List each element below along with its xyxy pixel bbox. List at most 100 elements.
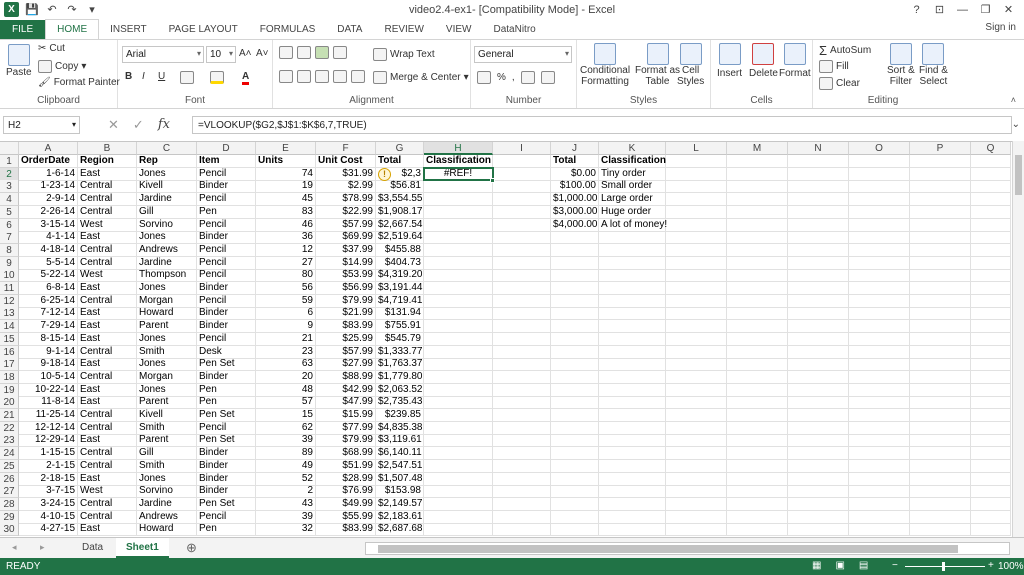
table-cell[interactable] [849,243,910,257]
table-cell[interactable]: 89 [256,447,316,461]
table-cell[interactable]: $2,667.54 [376,218,424,232]
table-cell[interactable]: Pencil [197,294,256,308]
row-header[interactable]: 2 [0,167,19,181]
table-cell[interactable]: Pen [197,383,256,397]
table-cell[interactable] [599,459,666,473]
table-cell[interactable] [493,180,551,194]
table-cell[interactable] [493,167,551,181]
table-cell[interactable] [424,370,493,384]
table-cell[interactable] [727,434,788,448]
table-cell[interactable]: 43 [256,497,316,511]
table-cell[interactable]: West [78,218,137,232]
table-cell[interactable]: Parent [137,320,197,334]
table-cell[interactable]: $1,908.17 [376,205,424,219]
table-cell[interactable]: #REF! [424,167,493,181]
table-cell[interactable]: 63 [256,358,316,372]
table-cell[interactable] [424,320,493,334]
row-header[interactable]: 28 [0,497,19,511]
table-cell[interactable] [599,396,666,410]
table-cell[interactable]: $3,000.00 [551,205,599,219]
table-cell[interactable] [599,383,666,397]
table-cell[interactable]: A lot of money! [599,218,667,232]
table-cell[interactable]: $51.99 [316,459,376,473]
table-cell[interactable] [788,409,849,422]
table-cell[interactable] [727,421,788,435]
table-cell[interactable]: Pen [197,396,256,410]
table-cell[interactable] [788,243,849,257]
table-cell[interactable] [424,472,493,486]
table-cell[interactable] [727,485,788,499]
table-cell[interactable]: $153.98 [376,485,424,499]
table-cell[interactable] [493,472,551,486]
table-cell[interactable] [727,256,788,270]
table-cell[interactable] [424,396,493,410]
table-cell[interactable]: Central [78,459,137,473]
table-cell[interactable] [788,421,849,435]
maximize-button[interactable]: ❐ [974,1,997,18]
table-cell[interactable] [788,231,849,245]
table-cell[interactable]: $2,735.43 [376,396,424,410]
table-cell[interactable] [971,345,1011,359]
header-cell[interactable] [788,155,849,168]
table-cell[interactable]: 7-29-14 [19,320,78,334]
table-cell[interactable]: East [78,282,137,295]
table-cell[interactable] [849,370,910,384]
row-header[interactable]: 20 [0,396,19,410]
table-cell[interactable] [493,396,551,410]
table-cell[interactable] [971,243,1011,257]
header-cell[interactable]: Unit Cost [316,155,376,168]
table-cell[interactable] [493,358,551,372]
align-center-icon[interactable] [297,70,311,83]
table-cell[interactable]: 11-25-14 [19,409,78,422]
table-cell[interactable] [788,383,849,397]
column-header-f[interactable]: F [316,142,376,155]
table-cell[interactable] [849,485,910,499]
cancel-icon[interactable]: ✕ [108,117,119,133]
row-header[interactable]: 13 [0,307,19,321]
table-cell[interactable]: 21 [256,332,316,346]
table-cell[interactable]: Pen [197,523,256,537]
table-cell[interactable] [727,459,788,473]
table-cell[interactable] [493,256,551,270]
table-cell[interactable] [493,320,551,334]
table-cell[interactable] [727,307,788,321]
table-cell[interactable] [551,497,599,511]
save-icon[interactable]: 💾 [25,3,39,16]
table-cell[interactable] [971,269,1011,283]
table-cell[interactable] [666,294,727,308]
table-cell[interactable] [788,434,849,448]
table-cell[interactable] [666,282,727,295]
prev-sheet-icon[interactable]: ◂ [12,542,17,553]
row-header[interactable]: 21 [0,409,19,422]
table-cell[interactable]: East [78,307,137,321]
table-cell[interactable] [666,205,727,219]
table-cell[interactable] [971,485,1011,499]
table-cell[interactable] [727,193,788,207]
row-header[interactable]: 7 [0,231,19,245]
table-cell[interactable]: 8-15-14 [19,332,78,346]
row-header[interactable]: 4 [0,193,19,207]
table-cell[interactable]: 46 [256,218,316,232]
table-cell[interactable] [788,256,849,270]
table-cell[interactable]: Central [78,370,137,384]
table-cell[interactable]: 32 [256,523,316,537]
table-cell[interactable] [666,497,727,511]
table-cell[interactable]: $1,763.37 [376,358,424,372]
table-cell[interactable] [424,282,493,295]
table-cell[interactable] [910,282,971,295]
table-cell[interactable] [788,269,849,283]
collapse-ribbon-icon[interactable]: ˄ [1011,95,1016,105]
column-header-i[interactable]: I [493,142,551,155]
table-cell[interactable]: $14.99 [316,256,376,270]
table-cell[interactable]: $76.99 [316,485,376,499]
table-cell[interactable] [849,459,910,473]
table-cell[interactable]: Pen Set [197,497,256,511]
table-cell[interactable] [910,269,971,283]
table-cell[interactable]: Central [78,497,137,511]
table-cell[interactable] [971,396,1011,410]
table-cell[interactable]: $1,779.80 [376,370,424,384]
table-cell[interactable] [788,358,849,372]
column-header-o[interactable]: O [849,142,910,155]
table-cell[interactable] [551,523,599,537]
table-cell[interactable]: $55.99 [316,510,376,524]
